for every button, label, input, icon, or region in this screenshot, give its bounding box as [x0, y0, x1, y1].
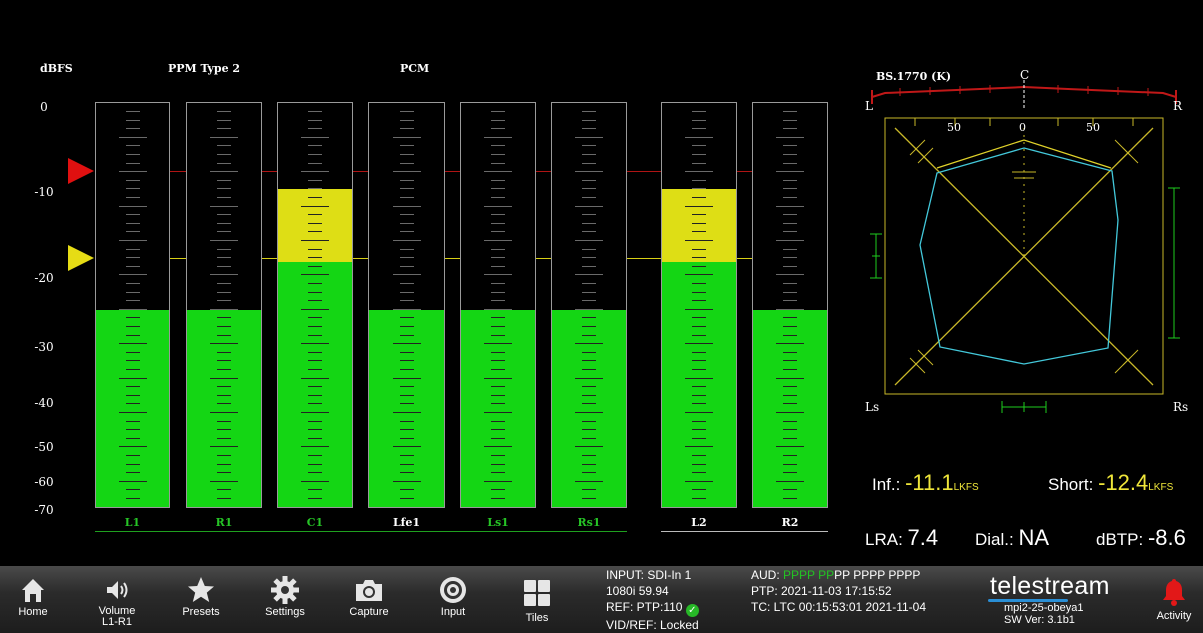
- short-value: -12.4: [1098, 470, 1149, 495]
- input-source: INPUT: SDI-In 1: [606, 568, 692, 582]
- tiles-label: Tiles: [525, 612, 549, 624]
- aud-label: AUD:: [751, 568, 780, 582]
- tiles-icon: [502, 574, 572, 612]
- lra-readout: LRA: 7.4: [865, 525, 938, 551]
- audio-status: AUD: PPPP PPPP PPPP PPPP PTP: 2021-11-03…: [751, 567, 926, 615]
- capture-button[interactable]: Capture: [334, 574, 404, 618]
- bell-icon: [1138, 574, 1203, 610]
- star-icon: [166, 574, 236, 606]
- activity-label: Activity: [1156, 610, 1192, 622]
- video-format: 1080i 59.94: [606, 584, 669, 598]
- activity-button[interactable]: Activity: [1138, 574, 1203, 622]
- speaker-icon: [82, 574, 152, 606]
- check-circle-icon: ✓: [685, 604, 699, 617]
- timecode: TC: LTC 00:15:53:01 2021-11-04: [751, 600, 926, 614]
- aud-white-channels: PP PPPP PPPP: [834, 568, 921, 582]
- inf-label: Inf.:: [872, 475, 901, 494]
- dbtp-value: -8.6: [1147, 525, 1186, 550]
- settings-label: Settings: [265, 606, 305, 618]
- home-button[interactable]: Home: [0, 574, 68, 618]
- inf-unit: LKFS: [953, 482, 979, 493]
- left-channel-label: L: [865, 99, 873, 113]
- ls-channel-label: Ls: [865, 400, 880, 414]
- short-unit: LKFS: [1148, 482, 1174, 493]
- reference-status: REF: PTP:110 ✓: [606, 599, 699, 617]
- short-label: Short:: [1048, 475, 1094, 494]
- presets-button[interactable]: Presets: [166, 574, 236, 618]
- logo-text: telestream: [990, 572, 1110, 600]
- home-icon: [0, 574, 68, 606]
- device-name: mpi2-25-obeya1: [1004, 602, 1084, 614]
- gear-icon: [250, 574, 320, 606]
- short-loudness: Short: -12.4LKFS: [1048, 470, 1173, 496]
- group2-underline: [661, 531, 828, 532]
- lra-value: 7.4: [907, 525, 939, 550]
- right-channel-label: R: [1173, 99, 1183, 113]
- input-label: Input: [440, 606, 466, 618]
- rs-channel-label: Rs: [1173, 400, 1189, 414]
- dbtp-label: dBTP:: [1096, 530, 1144, 549]
- settings-button[interactable]: Settings: [250, 574, 320, 618]
- scale-mark: 50: [1086, 121, 1100, 134]
- telestream-logo: telestream: [988, 572, 1110, 602]
- inf-value: -11.1: [905, 470, 954, 495]
- aud-green-channels: PPPP PP: [783, 568, 835, 582]
- input-status: INPUT: SDI-In 1 1080i 59.94 REF: PTP:110…: [606, 567, 699, 633]
- target-icon: [418, 574, 488, 606]
- surround-title: BS.1770 (K): [876, 70, 952, 83]
- volume-button[interactable]: Volume L1-R1: [82, 574, 152, 628]
- vid-ref-status: VID/REF: Locked: [606, 618, 699, 632]
- dial-value: NA: [1018, 525, 1050, 550]
- tiles-button[interactable]: Tiles: [502, 574, 572, 624]
- reference-text: REF: PTP:110: [606, 600, 683, 614]
- ptp-time: PTP: 2021-11-03 17:15:52: [751, 584, 892, 598]
- group1-underline: [95, 531, 627, 532]
- dialnorm-readout: Dial.: NA: [975, 525, 1049, 551]
- center-channel-label: C: [1020, 68, 1030, 82]
- presets-label: Presets: [182, 606, 220, 618]
- capture-label: Capture: [349, 606, 389, 618]
- bottom-toolbar: Home Volume L1-R1 Presets Settings Captu…: [0, 566, 1203, 633]
- volume-sub: L1-R1: [102, 616, 132, 628]
- home-label: Home: [18, 606, 48, 618]
- integrated-loudness: Inf.: -11.1LKFS: [872, 470, 979, 496]
- device-info: mpi2-25-obeya1 SW Ver: 3.1b1: [1004, 602, 1084, 626]
- scale-mark: 0: [1019, 121, 1026, 134]
- dial-label: Dial.:: [975, 530, 1014, 549]
- dbtp-readout: dBTP: -8.6: [1096, 525, 1186, 551]
- scale-mark: 50: [947, 121, 961, 134]
- camera-icon: [334, 574, 404, 606]
- software-version: SW Ver: 3.1b1: [1004, 614, 1075, 626]
- aud-row: AUD: PPPP PPPP PPPP PPPP: [751, 567, 926, 583]
- input-button[interactable]: Input: [418, 574, 488, 618]
- lra-label: LRA:: [865, 530, 903, 549]
